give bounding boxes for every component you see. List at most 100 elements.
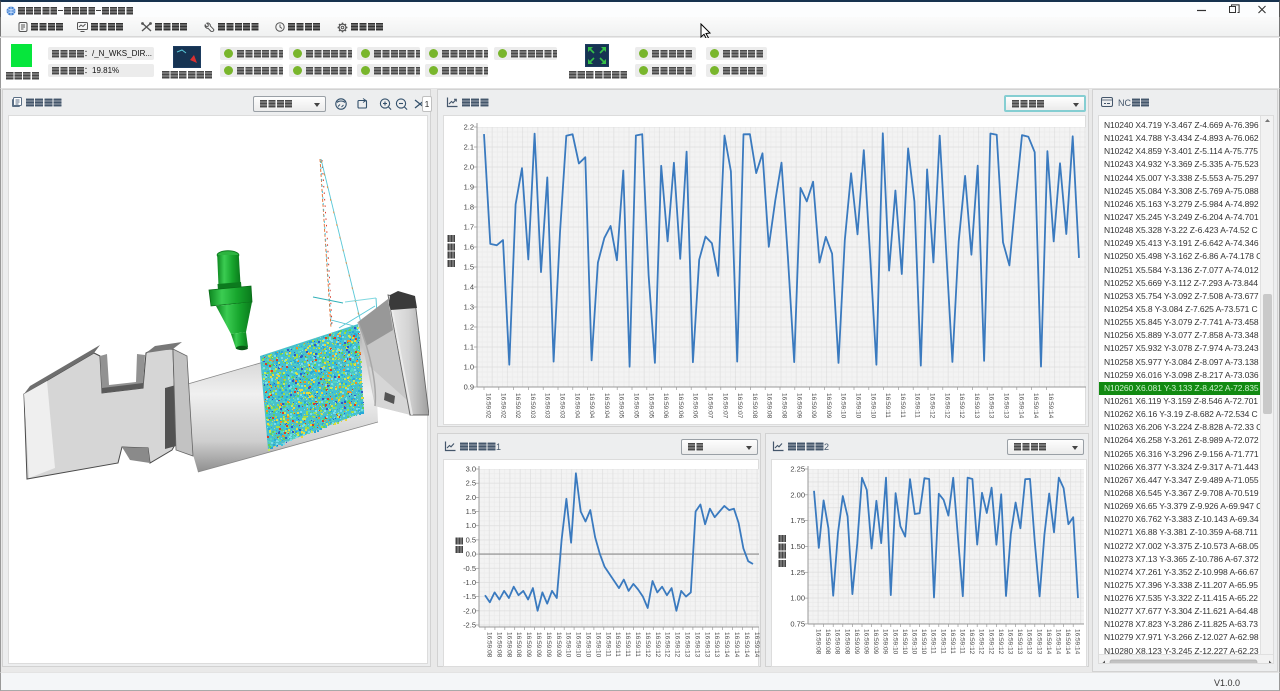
svg-text:2.0: 2.0 <box>466 493 476 502</box>
svg-text:16:59:09: 16:59:09 <box>555 632 562 658</box>
svg-text:16:59:09: 16:59:09 <box>795 393 802 419</box>
svg-text:16:59:08: 16:59:08 <box>495 632 502 658</box>
svg-text:16:59:10: 16:59:10 <box>565 632 572 658</box>
svg-text:16:59:13: 16:59:13 <box>1035 629 1042 655</box>
svg-text:16:59:12: 16:59:12 <box>978 629 985 655</box>
svg-text:16:59:14: 16:59:14 <box>1074 629 1081 655</box>
svg-text:16:59:09: 16:59:09 <box>525 632 532 658</box>
svg-text:1.0: 1.0 <box>464 363 474 372</box>
svg-text:-2.5: -2.5 <box>463 621 476 630</box>
svg-text:16:59:10: 16:59:10 <box>920 629 927 655</box>
svg-text:16:59:09: 16:59:09 <box>863 629 870 655</box>
svg-text:16:59:09: 16:59:09 <box>853 629 860 655</box>
svg-text:1.50: 1.50 <box>790 542 805 551</box>
svg-text:16:59:08: 16:59:08 <box>515 632 522 658</box>
svg-text:1.2: 1.2 <box>464 323 474 332</box>
svg-text:16:59:13: 16:59:13 <box>1003 393 1010 419</box>
svg-text:-2.0: -2.0 <box>463 606 476 615</box>
svg-text:16:59:12: 16:59:12 <box>929 393 936 419</box>
svg-text:16:59:12: 16:59:12 <box>644 632 651 658</box>
svg-text:16:59:08: 16:59:08 <box>751 393 758 419</box>
svg-text:16:59:13: 16:59:13 <box>713 632 720 658</box>
svg-text:16:59:11: 16:59:11 <box>959 629 966 654</box>
svg-text:16:59:04: 16:59:04 <box>603 393 610 419</box>
svg-text:16:59:14: 16:59:14 <box>1047 393 1054 419</box>
svg-text:16:59:08: 16:59:08 <box>843 629 850 655</box>
svg-text:2.0: 2.0 <box>464 163 474 172</box>
svg-text:16:59:13: 16:59:13 <box>973 393 980 419</box>
svg-text:16:59:10: 16:59:10 <box>855 393 862 419</box>
svg-text:0.75: 0.75 <box>790 619 805 628</box>
svg-text:1.4: 1.4 <box>464 283 474 292</box>
svg-text:16:59:10: 16:59:10 <box>585 632 592 658</box>
svg-text:16:59:08: 16:59:08 <box>505 632 512 658</box>
svg-text:16:59:11: 16:59:11 <box>949 629 956 654</box>
svg-text:16:59:09: 16:59:09 <box>535 632 542 658</box>
svg-text:16:59:09: 16:59:09 <box>872 629 879 655</box>
svg-text:16:59:14: 16:59:14 <box>733 632 740 658</box>
svg-text:16:59:02: 16:59:02 <box>499 393 506 419</box>
svg-text:16:59:10: 16:59:10 <box>901 629 908 655</box>
svg-text:2.25: 2.25 <box>790 465 805 474</box>
svg-text:2.5: 2.5 <box>466 479 476 488</box>
svg-text:16:59:11: 16:59:11 <box>914 393 921 418</box>
svg-text:0.5: 0.5 <box>466 535 476 544</box>
svg-text:16:59:12: 16:59:12 <box>674 632 681 658</box>
svg-text:16:59:09: 16:59:09 <box>825 393 832 419</box>
svg-text:16:59:10: 16:59:10 <box>840 393 847 419</box>
svg-text:16:59:10: 16:59:10 <box>575 632 582 658</box>
svg-text:0.0: 0.0 <box>466 550 476 559</box>
svg-text:1.6: 1.6 <box>464 243 474 252</box>
svg-text:16:59:14: 16:59:14 <box>1032 393 1039 419</box>
svg-text:16:59:07: 16:59:07 <box>721 393 728 419</box>
svg-text:16:59:03: 16:59:03 <box>559 393 566 419</box>
svg-text:1.8: 1.8 <box>464 203 474 212</box>
svg-text:16:59:13: 16:59:13 <box>684 632 691 658</box>
svg-text:16:59:13: 16:59:13 <box>693 632 700 658</box>
svg-text:1.7: 1.7 <box>464 223 474 232</box>
svg-text:1.25: 1.25 <box>790 568 805 577</box>
svg-text:16:59:08: 16:59:08 <box>486 632 493 658</box>
svg-text:16:59:12: 16:59:12 <box>987 629 994 655</box>
svg-text:16:59:14: 16:59:14 <box>753 632 760 658</box>
svg-text:16:59:11: 16:59:11 <box>884 393 891 418</box>
svg-text:16:59:11: 16:59:11 <box>624 632 631 657</box>
svg-text:16:59:06: 16:59:06 <box>677 393 684 419</box>
svg-text:16:59:11: 16:59:11 <box>634 632 641 657</box>
svg-text:16:59:11: 16:59:11 <box>939 629 946 654</box>
svg-text:16:59:08: 16:59:08 <box>781 393 788 419</box>
svg-text:16:59:12: 16:59:12 <box>997 629 1004 655</box>
svg-text:16:59:04: 16:59:04 <box>573 393 580 419</box>
svg-text:-1.5: -1.5 <box>463 592 476 601</box>
svg-text:16:59:11: 16:59:11 <box>930 629 937 654</box>
svg-text:16:59:08: 16:59:08 <box>766 393 773 419</box>
svg-text:1.1: 1.1 <box>464 343 474 352</box>
svg-text:16:59:10: 16:59:10 <box>869 393 876 419</box>
svg-text:16:59:05: 16:59:05 <box>633 393 640 419</box>
svg-text:1.5: 1.5 <box>464 263 474 272</box>
svg-text:16:59:14: 16:59:14 <box>1064 629 1071 655</box>
svg-text:16:59:10: 16:59:10 <box>594 632 601 658</box>
svg-text:16:59:02: 16:59:02 <box>485 393 492 419</box>
svg-text:16:59:08: 16:59:08 <box>815 629 822 655</box>
svg-text:2.1: 2.1 <box>464 143 474 152</box>
svg-text:16:59:13: 16:59:13 <box>1007 629 1014 655</box>
svg-text:16:59:13: 16:59:13 <box>1026 629 1033 655</box>
svg-text:16:59:07: 16:59:07 <box>736 393 743 419</box>
svg-text:2.00: 2.00 <box>790 490 805 499</box>
svg-text:16:59:14: 16:59:14 <box>1055 629 1062 655</box>
svg-text:16:59:05: 16:59:05 <box>618 393 625 419</box>
svg-text:16:59:09: 16:59:09 <box>810 393 817 419</box>
svg-text:16:59:04: 16:59:04 <box>588 393 595 419</box>
svg-text:16:59:10: 16:59:10 <box>911 629 918 655</box>
svg-text:16:59:12: 16:59:12 <box>968 629 975 655</box>
svg-text:16:59:06: 16:59:06 <box>662 393 669 419</box>
svg-text:16:59:14: 16:59:14 <box>723 632 730 658</box>
svg-text:-1.0: -1.0 <box>463 578 476 587</box>
svg-text:16:59:12: 16:59:12 <box>958 393 965 419</box>
svg-text:1.0: 1.0 <box>466 521 476 530</box>
svg-text:16:59:14: 16:59:14 <box>743 632 750 658</box>
svg-text:16:59:14: 16:59:14 <box>1045 629 1052 655</box>
svg-text:3.0: 3.0 <box>466 465 476 474</box>
svg-text:16:59:02: 16:59:02 <box>514 393 521 419</box>
